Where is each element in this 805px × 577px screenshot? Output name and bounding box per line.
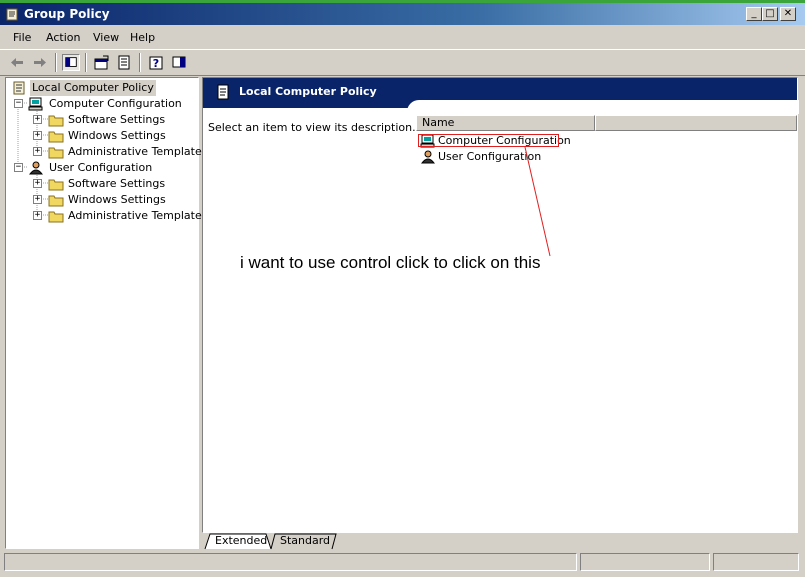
- toolbar-separator: [139, 53, 141, 72]
- close-button[interactable]: ✕: [780, 7, 796, 21]
- folder-icon: [48, 115, 64, 127]
- menu-file[interactable]: File: [13, 31, 31, 45]
- show-hide-tree-icon[interactable]: [62, 54, 80, 71]
- menu-action[interactable]: Action: [46, 31, 80, 45]
- menu-bar: File Action View Help: [0, 27, 805, 49]
- tree-label: Administrative Templates: [68, 209, 208, 222]
- computer-icon: [28, 97, 43, 111]
- status-bar: [0, 550, 805, 577]
- annotation-text: i want to use control click to click on …: [240, 253, 541, 272]
- back-arrow-icon[interactable]: [8, 54, 26, 71]
- menu-view[interactable]: View: [93, 31, 119, 45]
- forward-arrow-icon[interactable]: [31, 54, 49, 71]
- svg-text:?: ?: [153, 57, 159, 70]
- expand-toggle[interactable]: +: [33, 147, 42, 156]
- window-title: Group Policy: [24, 7, 110, 21]
- expand-toggle[interactable]: +: [33, 179, 42, 188]
- tree-label: Administrative Templates: [68, 145, 208, 158]
- properties-icon[interactable]: [93, 54, 111, 71]
- tree-label: User Configuration: [49, 161, 153, 174]
- policy-scroll-icon: [6, 8, 18, 21]
- tab-standard[interactable]: Standard: [280, 533, 330, 549]
- expand-toggle[interactable]: +: [33, 115, 42, 124]
- show-hide-description-icon[interactable]: [170, 54, 188, 71]
- toolbar-separator: [85, 53, 87, 72]
- folder-icon: [48, 147, 64, 159]
- status-cell: [713, 553, 799, 571]
- annotation-pointer-line: [524, 146, 551, 257]
- console-tree[interactable]: Local Computer Policy − Computer Configu…: [5, 77, 208, 549]
- status-cell: [4, 553, 577, 571]
- folder-icon: [48, 179, 64, 191]
- folder-icon: [48, 195, 64, 207]
- collapse-toggle[interactable]: −: [14, 163, 23, 172]
- expand-toggle[interactable]: +: [33, 195, 42, 204]
- help-icon[interactable]: ?: [147, 54, 165, 71]
- minimize-button[interactable]: _: [746, 7, 762, 21]
- tree-label: Software Settings: [68, 177, 166, 190]
- toolbar-separator: [55, 53, 57, 72]
- tree-label: Computer Configuration: [49, 97, 182, 110]
- menu-help[interactable]: Help: [130, 31, 155, 45]
- details-pane: Local Computer Policy Select an item to …: [202, 77, 799, 533]
- export-list-icon[interactable]: [116, 54, 134, 71]
- tree-label: Windows Settings: [68, 193, 166, 206]
- title-bar[interactable]: Group Policy _ □ ✕: [0, 3, 805, 25]
- toolbar: ?: [0, 49, 805, 76]
- user-icon: [28, 161, 44, 175]
- folder-icon: [48, 131, 64, 143]
- expand-toggle[interactable]: +: [33, 131, 42, 140]
- view-tabs: Extended Standard: [202, 533, 798, 550]
- collapse-toggle[interactable]: −: [14, 99, 23, 108]
- tree-label: Windows Settings: [68, 129, 166, 142]
- tree-label: Software Settings: [68, 113, 166, 126]
- tab-extended[interactable]: Extended: [215, 533, 267, 549]
- status-cell: [580, 553, 710, 571]
- maximize-button[interactable]: □: [762, 7, 778, 21]
- folder-icon: [48, 211, 64, 223]
- expand-toggle[interactable]: +: [33, 211, 42, 220]
